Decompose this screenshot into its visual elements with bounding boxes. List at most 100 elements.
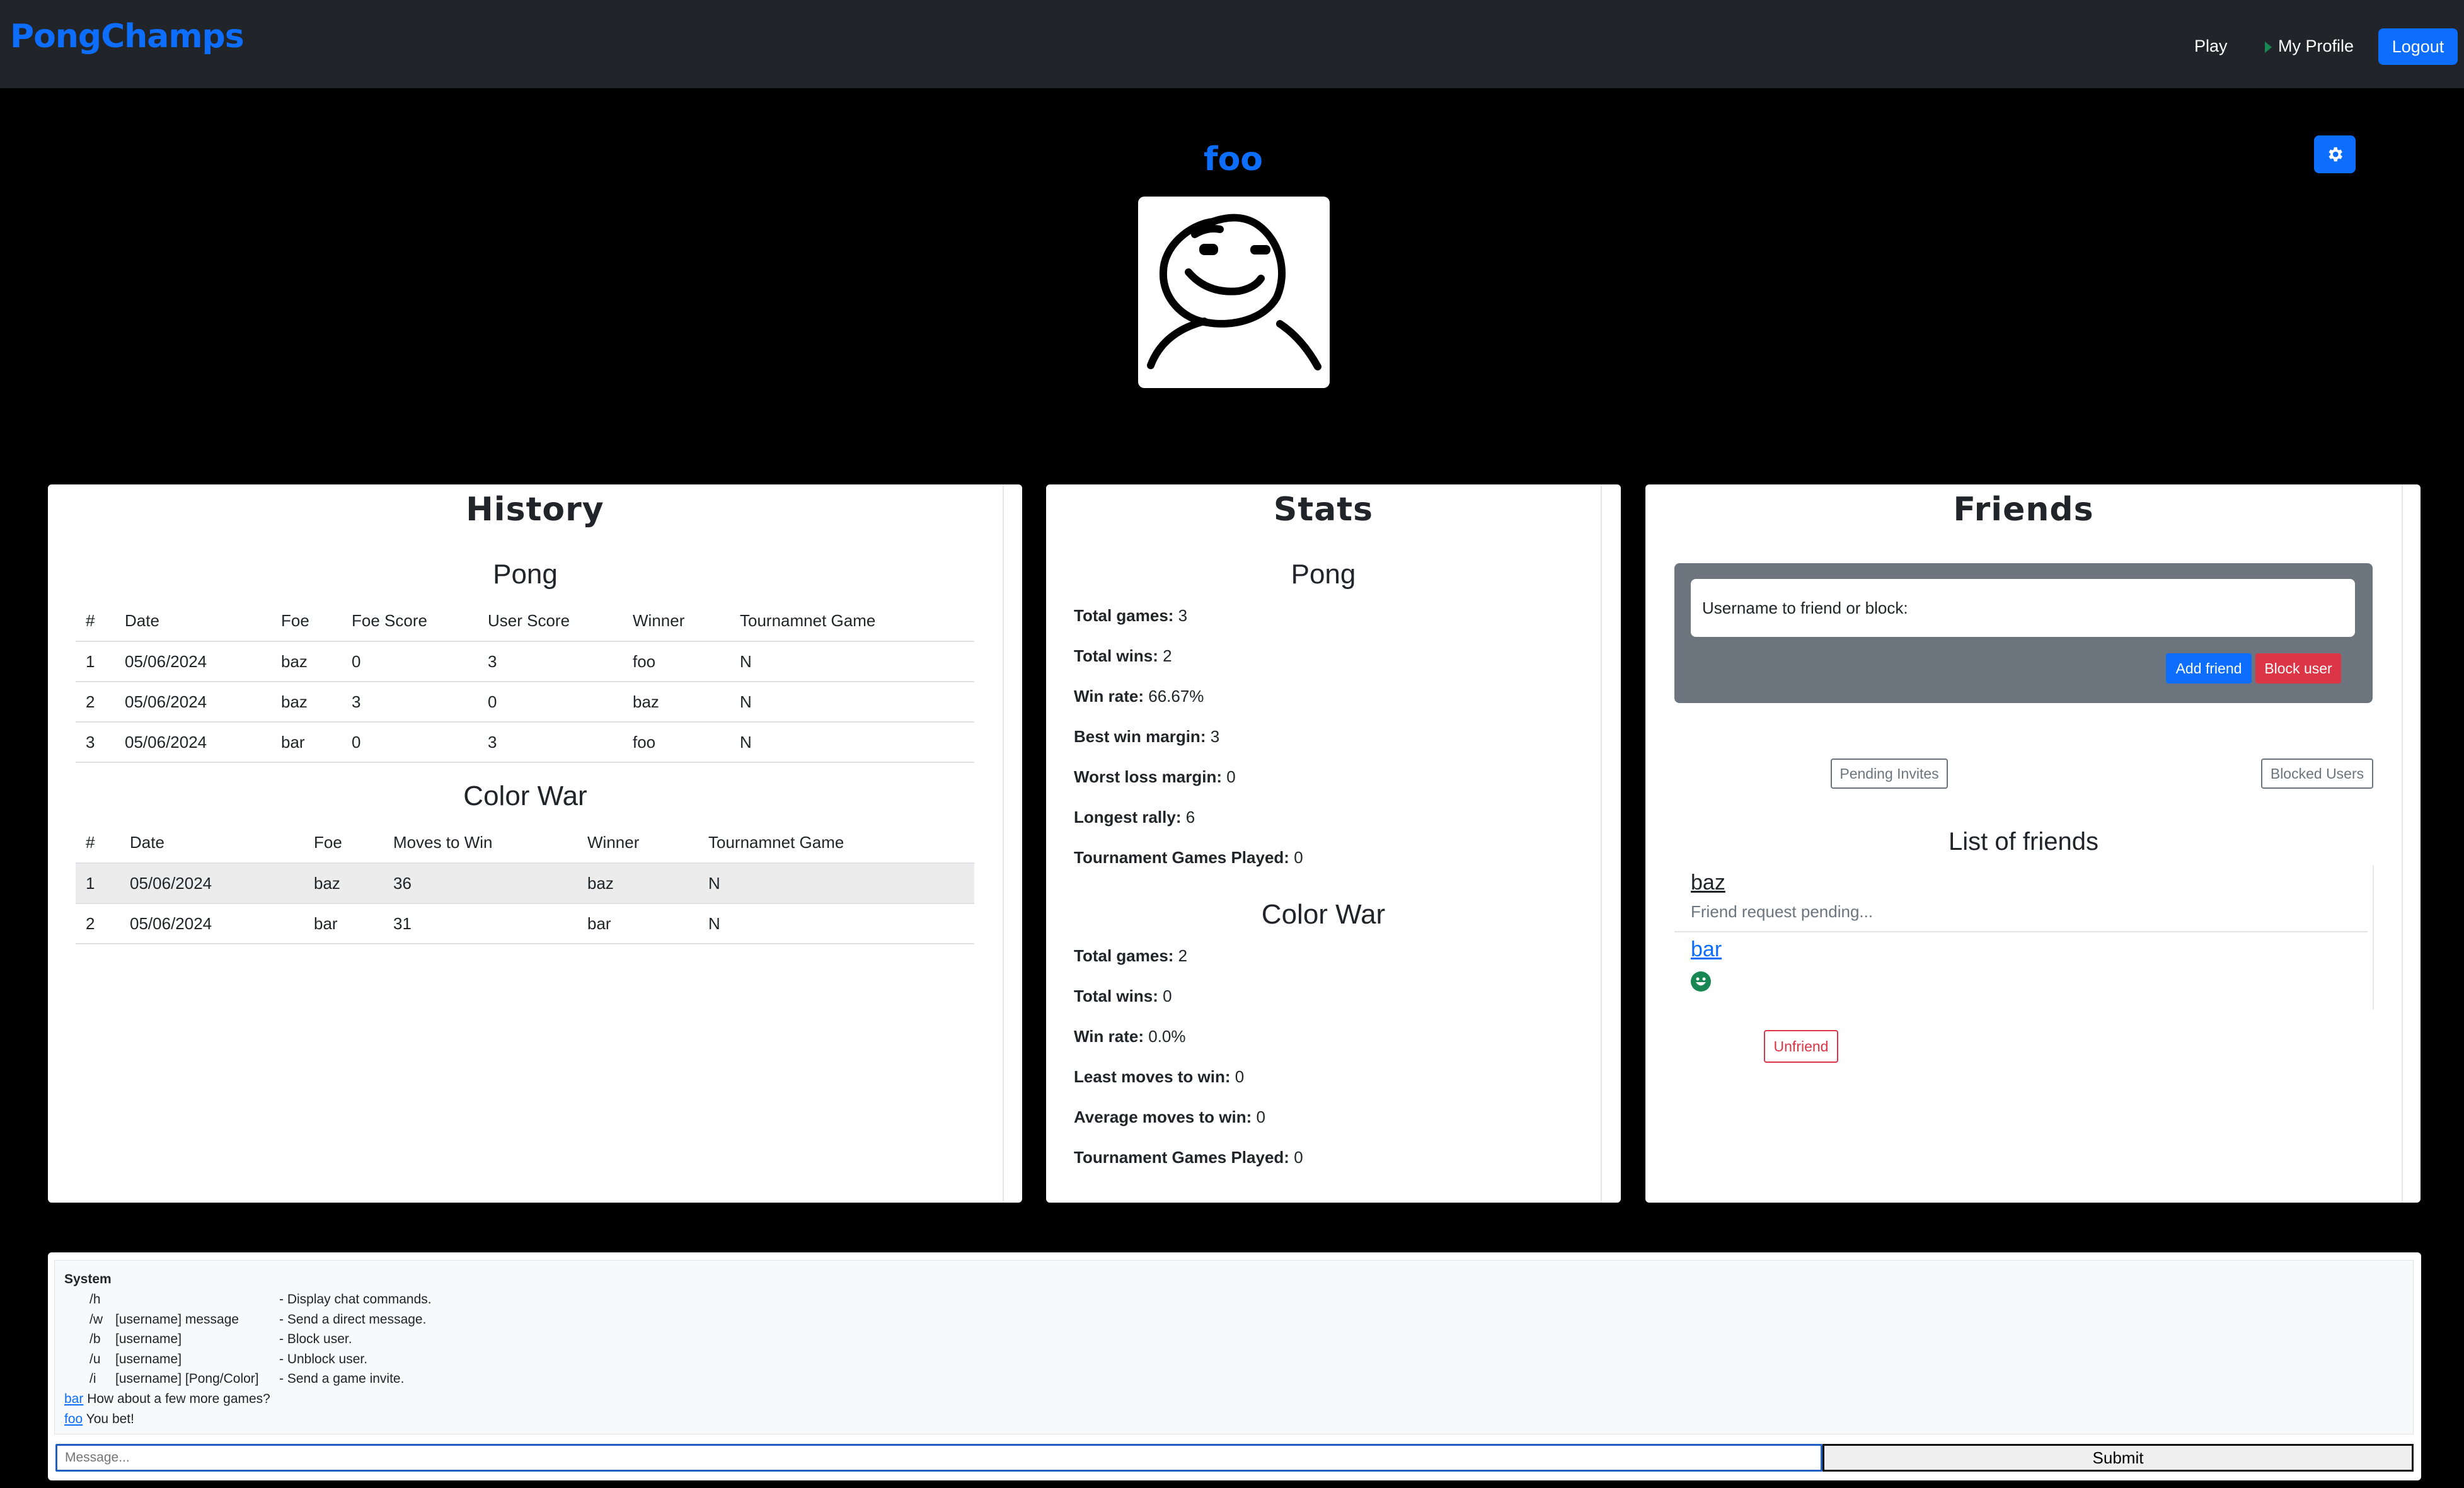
chat-user-link[interactable]: foo: [64, 1412, 83, 1426]
stat-row: Total games: 3: [1074, 606, 1187, 626]
friend-link[interactable]: bar: [1691, 937, 1722, 962]
chat-command-args: [username] [Pong/Color]: [115, 1371, 259, 1386]
chat-user-link[interactable]: bar: [64, 1392, 83, 1406]
stat-row: Total games: 2: [1074, 946, 1187, 966]
friends-list-title: List of friends: [1949, 828, 2098, 856]
colorwar-history-table: # Date Foe Moves to Win Winner Tournamnet Gam…: [76, 822, 974, 944]
friend-status: Friend request pending...: [1691, 902, 1874, 921]
logout-button[interactable]: Logout: [2378, 28, 2458, 65]
table-cell: 05/06/2024: [115, 722, 271, 763]
caret-right-icon: [2265, 41, 2272, 53]
avatar-drawing: [1147, 214, 1321, 370]
stat-row: Worst loss margin: 0: [1074, 767, 1236, 787]
chat-command: /u: [89, 1351, 101, 1366]
smiley-online-icon: [1691, 971, 1711, 992]
table-cell: N: [698, 863, 974, 904]
stat-label: Longest rally:: [1074, 808, 1182, 827]
chat-command-desc: - Send a direct message.: [279, 1312, 427, 1327]
stats-scrollbar[interactable]: [1601, 484, 1602, 1203]
friend-username-input[interactable]: Username to friend or block:: [1691, 579, 2355, 637]
stat-label: Win rate:: [1074, 687, 1144, 706]
table-cell: 0: [342, 641, 478, 682]
stat-label: Win rate:: [1074, 1027, 1144, 1046]
chat-command: /h: [89, 1292, 101, 1307]
chat-command-args: [username]: [115, 1351, 182, 1366]
column-header: Tournamnet Game: [698, 822, 974, 864]
stat-row: Tournament Games Played: 0: [1074, 848, 1303, 867]
table-cell: 31: [383, 903, 577, 944]
column-header: Date: [115, 600, 271, 642]
add-friend-button[interactable]: Add friend: [2166, 653, 2252, 684]
stat-label: Least moves to win:: [1074, 1067, 1231, 1086]
stat-row: Win rate: 0.0%: [1074, 1027, 1186, 1046]
table-cell: baz: [577, 863, 698, 904]
column-header: #: [76, 600, 115, 642]
table-row: 2 05/06/2024 bar 31 bar N: [76, 903, 974, 944]
table-cell: 1: [76, 641, 115, 682]
nav-my-profile-link[interactable]: My Profile: [2265, 37, 2354, 56]
block-user-button[interactable]: Block user: [2255, 653, 2341, 684]
gear-icon: [2329, 147, 2342, 162]
stat-row: Total wins: 2: [1074, 646, 1172, 666]
stat-value: 0: [1163, 987, 1172, 1005]
table-cell: 05/06/2024: [120, 903, 304, 944]
chat-command: /i: [89, 1371, 96, 1386]
table-cell: 0: [478, 682, 623, 723]
stat-label: Total games:: [1074, 946, 1174, 965]
stat-value: 0.0%: [1148, 1027, 1186, 1046]
friends-list: baz Friend request pending... bar Unfrie…: [1674, 866, 2374, 1063]
stat-value: 0: [1256, 1107, 1265, 1126]
friends-title: Friends: [1953, 491, 2094, 529]
table-cell: 2: [76, 682, 115, 723]
stat-value: 66.67%: [1148, 687, 1204, 706]
message-input[interactable]: [55, 1444, 1822, 1472]
brand-logo[interactable]: PongChamps: [10, 18, 245, 55]
stat-value: 0: [1235, 1067, 1245, 1086]
table-cell: 05/06/2024: [120, 863, 304, 904]
column-header: Foe: [304, 822, 383, 864]
table-cell: 3: [478, 722, 623, 763]
chat-command: /b: [89, 1332, 101, 1346]
unfriend-button[interactable]: Unfriend: [1764, 1030, 1838, 1063]
chat-command-desc: - Block user.: [279, 1332, 352, 1346]
friend-link[interactable]: baz: [1691, 871, 1725, 895]
history-pong-title: Pong: [493, 559, 558, 590]
column-header: Date: [120, 822, 304, 864]
stat-value: 6: [1185, 808, 1195, 827]
history-colorwar-title: Color War: [463, 781, 587, 811]
chat-message: foo You bet!: [64, 1412, 134, 1427]
nav-play-link[interactable]: Play: [2194, 37, 2228, 56]
stat-label: Best win margin:: [1074, 727, 1206, 746]
table-cell: 3: [342, 682, 478, 723]
pong-history-table: # Date Foe Foe Score User Score Winner Tournam…: [76, 600, 974, 763]
table-cell: 05/06/2024: [115, 682, 271, 723]
friends-scrollbar[interactable]: [2402, 484, 2403, 1203]
blocked-users-button[interactable]: Blocked Users: [2261, 758, 2373, 789]
profile-username: foo: [1203, 140, 1264, 178]
table-cell: 1: [76, 863, 120, 904]
table-row: 3 05/06/2024 bar 0 3 foo N: [76, 722, 974, 763]
chat-message: bar How about a few more games?: [64, 1392, 270, 1407]
chat-message-text: You bet!: [86, 1411, 134, 1426]
settings-button[interactable]: [2314, 135, 2356, 173]
table-row: 2 05/06/2024 baz 3 0 baz N: [76, 682, 974, 723]
column-header: Winner: [577, 822, 698, 864]
table-cell: baz: [271, 641, 342, 682]
column-header: Moves to Win: [383, 822, 577, 864]
stat-row: Win rate: 66.67%: [1074, 687, 1204, 706]
stat-row: Total wins: 0: [1074, 987, 1172, 1006]
chat-system-label: System: [64, 1272, 112, 1286]
pending-invites-button[interactable]: Pending Invites: [1831, 758, 1948, 789]
table-cell: N: [730, 641, 974, 682]
history-scrollbar[interactable]: [1003, 484, 1004, 1203]
chat-command-args: [username] message: [115, 1312, 239, 1327]
stat-value: 0: [1294, 1148, 1303, 1167]
column-header: Winner: [623, 600, 730, 642]
chat-box: System /h - Display chat commands. /w [user…: [48, 1252, 2421, 1480]
table-cell: N: [698, 903, 974, 944]
stat-value: 2: [1178, 946, 1188, 965]
submit-button[interactable]: Submit: [1822, 1444, 2414, 1472]
nav-my-profile-label: My Profile: [2278, 37, 2354, 55]
table-cell: 05/06/2024: [115, 641, 271, 682]
friend-form: Username to friend or block: Add friend …: [1674, 563, 2373, 703]
